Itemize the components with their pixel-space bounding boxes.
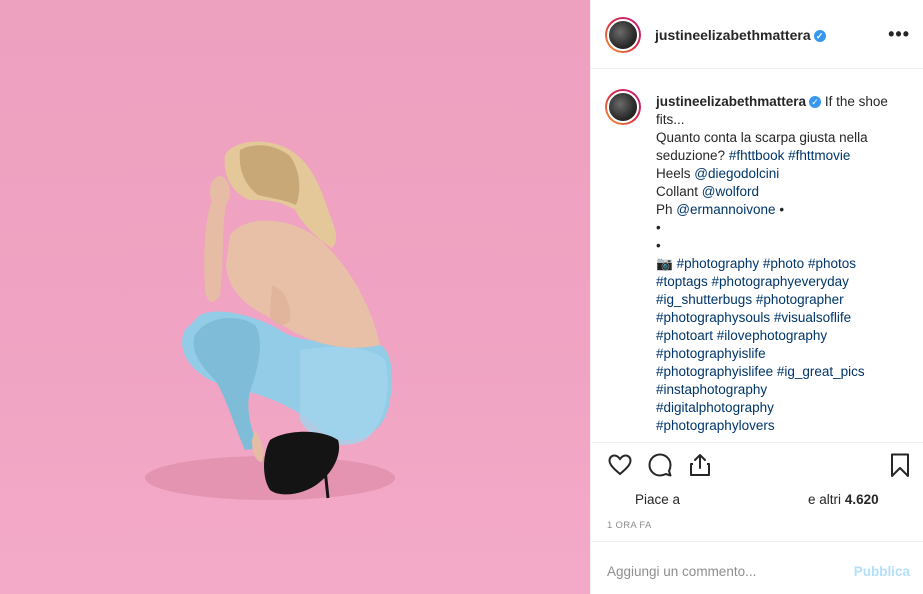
comment-icon[interactable] (647, 452, 673, 478)
likes-prefix: Piace a (635, 492, 681, 507)
hashtag-link[interactable]: #photographyislife (656, 345, 911, 363)
hashtag-link[interactable]: #digitalphotography (656, 399, 911, 417)
hashtag-link[interactable]: #fhttbook #fhttmovie (729, 148, 851, 163)
avatar[interactable] (605, 17, 641, 53)
hashtag-link[interactable]: #photographyislifee #ig_great_pics (656, 363, 911, 381)
photo-illustration (145, 141, 395, 500)
hashtag-link[interactable]: #photographysouls #visualsoflife (656, 309, 911, 327)
hashtag-link[interactable]: #toptags #photographyeveryday (656, 273, 911, 291)
redacted-likers (680, 494, 809, 507)
likes-summary[interactable]: Piace a e altri 4.620 (635, 492, 879, 507)
caption-text: fits... (656, 112, 685, 127)
post-header: justineelizabethmattera ✓ ••• (591, 0, 923, 69)
mention-link[interactable]: @diegodolcini (694, 166, 779, 181)
likes-suffix: e altri (808, 492, 842, 507)
likes-count[interactable]: 4.620 (845, 492, 879, 507)
caption-text: • (656, 238, 661, 253)
verified-badge-icon: ✓ (809, 96, 822, 108)
hashtag-link[interactable]: #instaphotography (656, 381, 911, 399)
more-options-icon[interactable]: ••• (888, 24, 910, 45)
caption-text: Heels (656, 166, 691, 181)
caption-text: Collant (656, 184, 699, 199)
comment-bar: Aggiungi un commento... Pubblica (591, 541, 923, 594)
verified-badge-icon: ✓ (813, 30, 826, 42)
hashtag-link[interactable]: #ig_shutterbugs #photographer (656, 291, 911, 309)
caption-username[interactable]: justineelizabethmattera (656, 94, 806, 109)
comment-input[interactable]: Aggiungi un commento... (607, 564, 756, 579)
post-actions (591, 452, 923, 484)
post-timestamp[interactable]: 1 ORA FA (607, 520, 652, 531)
post-photo[interactable] (0, 0, 590, 594)
caption-avatar[interactable] (605, 89, 641, 125)
hashtag-link[interactable]: #photography #photo #photos (677, 256, 856, 271)
caption-text: • (656, 220, 661, 235)
share-icon[interactable] (687, 452, 713, 478)
mention-link[interactable]: @ermannoivone (676, 202, 775, 217)
caption-text: Quanto conta la scarpa giusta nella (656, 130, 868, 145)
instagram-post-view: justineelizabethmattera ✓ ••• justineeliz… (0, 0, 923, 594)
caption-text: Ph (656, 202, 673, 217)
header-username[interactable]: justineelizabethmattera ✓ (655, 27, 826, 43)
caption-text: • (779, 202, 785, 217)
post-sidebar: justineelizabethmattera ✓ ••• justineeliz… (590, 0, 923, 594)
caption-text: seduzione? (656, 148, 726, 163)
hashtag-link[interactable]: #photographylovers (656, 417, 911, 435)
caption-text: If the shoe (824, 94, 888, 109)
publish-button[interactable]: Pubblica (854, 564, 910, 579)
hashtag-link[interactable]: #photoart #ilovephotography (656, 327, 911, 345)
post-caption: justineelizabethmattera ✓ If the shoe fit… (656, 93, 911, 435)
bookmark-icon[interactable] (887, 452, 913, 478)
camera-emoji-icon: 📷 (656, 256, 673, 271)
mention-link[interactable]: @wolford (702, 184, 759, 199)
heart-icon[interactable] (607, 452, 633, 478)
divider (591, 442, 923, 443)
